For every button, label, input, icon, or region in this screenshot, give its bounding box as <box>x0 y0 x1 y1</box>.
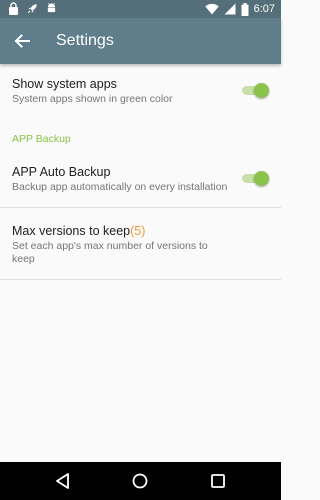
pref-max-versions[interactable]: Max versions to keep(5) Set each app's m… <box>0 208 281 279</box>
app-toolbar: Settings <box>0 18 281 64</box>
pref-title: Show system apps <box>12 77 117 91</box>
lock-icon <box>9 2 18 15</box>
home-circle-icon[interactable] <box>130 471 150 491</box>
pref-summary: Set each app's max number of versions to… <box>12 240 208 265</box>
divider <box>0 279 281 280</box>
pref-summary: System apps shown in green color <box>12 93 173 105</box>
navigation-bar <box>0 462 281 500</box>
switch-thumb <box>254 171 269 186</box>
status-system-icons: 6:07 <box>204 1 275 17</box>
back-triangle-icon[interactable] <box>53 471 73 491</box>
battery-icon <box>241 2 249 16</box>
max-versions-title: Max versions to keep <box>12 224 131 238</box>
auto-backup-switch[interactable] <box>241 169 269 189</box>
max-versions-value: (5) <box>130 224 146 238</box>
status-bar: 6:07 <box>0 0 281 18</box>
settings-list: Show system apps System apps shown in gr… <box>0 64 281 280</box>
recents-square-icon[interactable] <box>208 471 228 491</box>
show-system-apps-switch[interactable] <box>241 81 269 101</box>
status-notifications <box>8 2 57 15</box>
pref-summary: Backup app automatically on every instal… <box>12 181 228 193</box>
pref-title: APP Auto Backup <box>12 165 111 179</box>
wifi-icon <box>204 3 219 15</box>
category-header-backup: APP Backup <box>12 133 71 145</box>
pref-auto-backup[interactable]: APP Auto Backup Backup app automatically… <box>0 157 281 207</box>
android-icon <box>47 2 56 13</box>
page-title: Settings <box>56 32 114 49</box>
status-time: 6:07 <box>253 3 275 15</box>
switch-thumb <box>254 83 269 98</box>
arrow-back-icon[interactable] <box>12 31 32 51</box>
signal-icon <box>224 3 236 15</box>
pref-title: Max versions to keep(5) <box>12 223 231 239</box>
rocket-icon <box>27 4 37 14</box>
pref-show-system-apps[interactable]: Show system apps System apps shown in gr… <box>0 64 281 119</box>
